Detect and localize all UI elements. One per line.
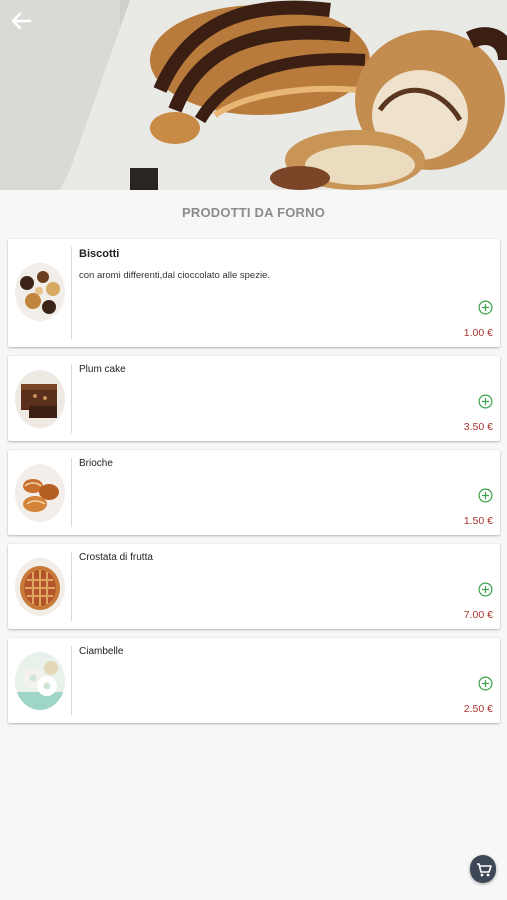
cart-icon — [477, 863, 492, 877]
product-price: 1.50 € — [463, 515, 493, 527]
product-description: con aromi differenti,dal cioccolato alle… — [79, 270, 270, 281]
card-divider — [71, 552, 72, 621]
plum-cake-image — [15, 370, 65, 428]
product-card[interactable]: Ciambelle 2.50 € — [8, 638, 500, 723]
tart-image — [15, 558, 65, 616]
add-to-cart-button[interactable] — [478, 488, 493, 503]
add-to-cart-button[interactable] — [478, 582, 493, 597]
card-divider — [71, 247, 72, 339]
product-price: 3.50 € — [463, 421, 493, 433]
brioche-image — [15, 464, 65, 522]
product-price: 7.00 € — [463, 609, 493, 621]
product-price: 1.00 € — [463, 327, 493, 339]
add-circle-icon — [478, 394, 493, 409]
add-to-cart-button[interactable] — [478, 300, 493, 315]
add-circle-icon — [478, 582, 493, 597]
arrow-left-icon — [11, 12, 32, 30]
page-title: PRODOTTI DA FORNO — [181, 205, 326, 220]
product-card[interactable]: Brioche 1.50 € — [8, 450, 500, 535]
product-price: 2.50 € — [463, 703, 493, 715]
back-button[interactable] — [6, 6, 36, 36]
card-divider — [71, 364, 72, 433]
product-name: Plum cake — [79, 364, 126, 375]
card-divider — [71, 458, 72, 527]
croissant-photo — [0, 0, 507, 190]
header-image — [0, 0, 507, 190]
add-to-cart-button[interactable] — [478, 394, 493, 409]
add-circle-icon — [478, 488, 493, 503]
card-divider — [71, 646, 72, 715]
product-card[interactable]: Crostata di frutta 7.00 € — [8, 544, 500, 629]
product-list: Biscotti con aromi differenti,dal ciocco… — [8, 239, 500, 732]
cookies-image — [15, 263, 65, 321]
add-circle-icon — [478, 676, 493, 691]
cart-button[interactable] — [470, 855, 496, 883]
donuts-image — [15, 652, 65, 710]
product-name: Ciambelle — [79, 646, 124, 657]
product-card[interactable]: Plum cake 3.50 € — [8, 356, 500, 441]
product-name: Crostata di frutta — [79, 552, 153, 563]
product-name: Biscotti — [79, 248, 120, 260]
add-circle-icon — [478, 300, 493, 315]
product-name: Brioche — [79, 458, 113, 469]
add-to-cart-button[interactable] — [478, 676, 493, 691]
product-card[interactable]: Biscotti con aromi differenti,dal ciocco… — [8, 239, 500, 347]
